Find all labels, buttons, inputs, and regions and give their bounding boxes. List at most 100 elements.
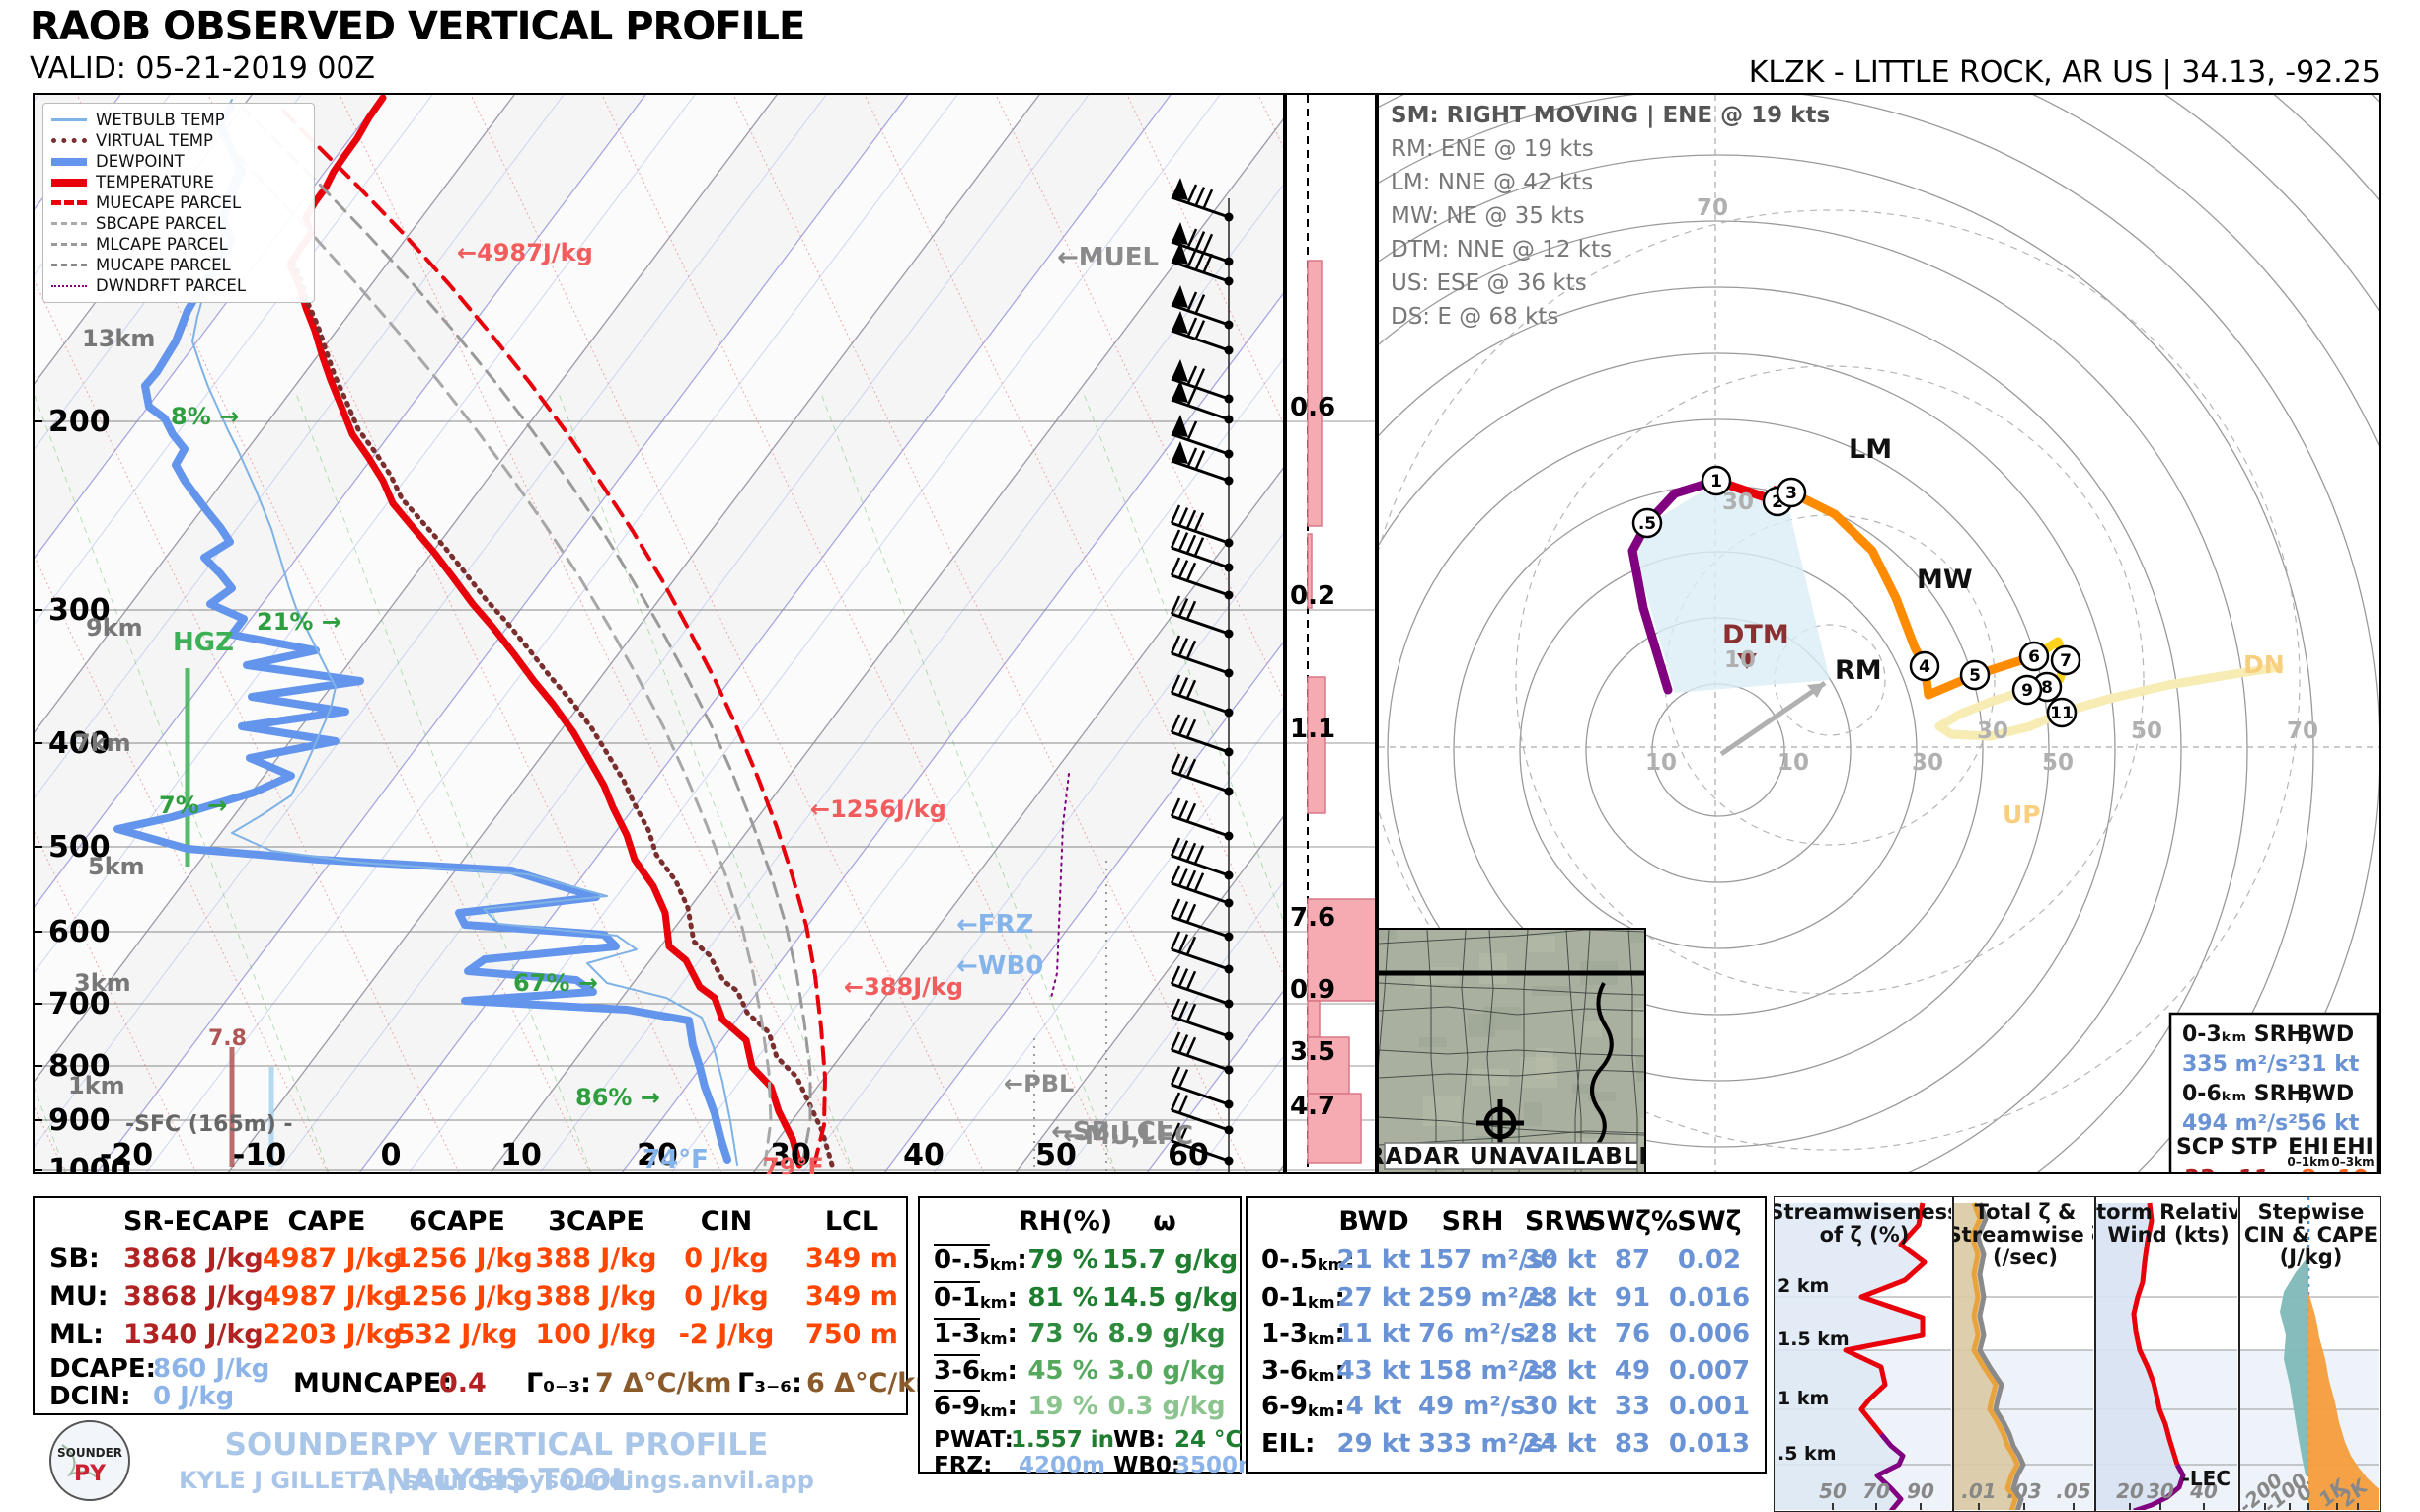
legend-item: MUCAPE PARCEL [51,255,306,275]
legend-item-label: VIRTUAL TEMP [96,131,213,150]
aux-y-tick: 2 km [1777,1275,1829,1297]
skewt-annotation: ←PBL [1004,1070,1074,1097]
rh-value: 45 % [1019,1356,1107,1386]
skewt-annotation: ←388J/kg [844,973,963,1001]
skewt-annotation: 86% → [575,1084,660,1111]
srh-box-text: 10 [2337,1166,2369,1172]
skewt-annotation: 8% → [171,403,239,430]
legend-item-label: SBCAPE PARCEL [96,214,226,233]
ring-label: 50 [2131,718,2162,744]
legend-item: TEMPERATURE [51,172,306,192]
skewt-annotation: 74°F [643,1145,709,1174]
storm-motion-line: LM: NNE @ 42 kts [1391,170,1593,195]
radar-map-inset: RADAR UNAVAILABLE [1377,928,1646,1174]
thermo-value: 3868 J/kg [123,1244,252,1274]
aux-x-tick: 20 [2116,1479,2144,1503]
svg-text:.5: .5 [1638,514,1656,534]
lapse-3-6-label: Γ₃₋₆: [737,1368,802,1399]
ring-label: 50 [2042,750,2074,776]
svg-text:8: 8 [2041,678,2053,698]
storm-motion-line: SM: RIGHT MOVING | ENE @ 19 kts [1391,103,1830,128]
thermo-value: 3868 J/kg [123,1281,252,1312]
height-km-label: 5km [88,853,145,880]
skewt-annotation: ←MU,LFC [1063,1121,1193,1151]
temp-tick-label: 10 [500,1138,542,1172]
histogram-value-label: 4.7 [1290,1092,1335,1121]
thermo-value: 1340 J/kg [123,1320,252,1350]
skewt-annotation: HGZ [173,628,234,657]
rh-value: 19 % [1019,1392,1107,1421]
aux-x-tick: .01 [1961,1479,1996,1503]
height-marker: 4 [1911,652,1938,680]
legend-item-label: MUCAPE PARCEL [96,256,231,274]
mixing-ratio-value: 3.0 g/kg [1102,1356,1231,1386]
legend-item-label: MUECAPE PARCEL [96,193,241,212]
aux-panel-chart: Storm RelativeWind (kts)203040-LEC [2096,1197,2237,1510]
thermo-value: 4987 J/kg [263,1281,391,1312]
thermo-value: 349 m [788,1244,916,1274]
aux-panel-0: Streamwisenessof ζ (%)5070902 km1.5 km1 … [1774,1196,1953,1512]
thermo-value: 2203 J/kg [263,1320,391,1350]
mixing-ratio-value: 8.9 g/kg [1102,1320,1231,1349]
pressure-tick-label: 900 [48,1103,111,1138]
moist-row-label: 1-3km: [934,1320,1018,1349]
legend-item: VIRTUAL TEMP [51,130,306,151]
sounderpy-analysis-page: { "header": { "title": "RAOB OBSERVED VE… [0,0,2420,1512]
storm-motion-line: MW: NE @ 35 kts [1391,203,1585,229]
aux-y-tick: 1 km [1777,1388,1829,1409]
storm-motion-line: DS: E @ 68 kts [1391,304,1558,330]
page-title: RAOB OBSERVED VERTICAL PROFILE [30,4,804,49]
kine-value: 0.007 [1655,1356,1764,1386]
lapse-0-3-label: Γ₀₋₃: [526,1368,591,1399]
ring-label: 10 [1724,647,1756,673]
thermo-col-header: CAPE [263,1206,391,1237]
temperature-legend-line [51,179,87,187]
svg-text:PY: PY [74,1462,107,1486]
hodograph-label-dtm: DTM [1722,620,1789,650]
aux-x-tick: 90 [1907,1479,1934,1503]
kine-value: 4 kt [1320,1392,1428,1421]
srh-box-text: 33 [2184,1166,2216,1172]
thermo-value: 532 J/kg [393,1320,521,1350]
temp-tick-label: -20 [100,1138,153,1172]
hodograph-label-lm: LM [1849,434,1892,465]
thermo-value: 1256 J/kg [393,1244,521,1274]
thermo-col-header: 6CAPE [393,1206,521,1237]
legend-item: MLCAPE PARCEL [51,234,306,255]
aux-y-tick: 1.5 km [1777,1328,1850,1350]
aux-panel-title: Storm Relative [2096,1200,2237,1224]
srh-box-text: 8 [2301,1166,2316,1172]
aux-panel-title: Wind (kts) [2107,1223,2229,1247]
aux-panel-1: Total ζ &Streamwise ζ(/sec).01.03.05 [1953,1196,2095,1512]
srh-box-text: 0-6ₖₘ SRH, [2182,1082,2312,1106]
frz-label: FRZ: [934,1453,992,1478]
ring-label: 70 [2287,718,2318,744]
lapse-0-3-value: 7 Δ°C/km [595,1368,731,1399]
thermo-value: 750 m [788,1320,916,1350]
legend-item: SBCAPE PARCEL [51,213,306,234]
storm-motion-line: DTM: NNE @ 12 kts [1391,237,1612,263]
aux-x-tick: .05 [2056,1479,2090,1503]
wb-label: WB: [1113,1427,1165,1453]
surface-label: -SFC (165m) - [125,1112,293,1137]
skewt-annotation: ←1256J/kg [810,795,946,823]
svg-text:3: 3 [1785,484,1797,503]
moist-row-label: 0-1km: [934,1283,1018,1313]
muncape-label: MUNCAPE: [293,1368,452,1399]
pressure-tick-label: 600 [48,915,111,949]
moist-row-label: 6-9km: [934,1392,1018,1421]
height-marker: 9 [2013,676,2041,704]
kine-row-label: EIL: [1261,1429,1315,1459]
skewt-annotation: ←4987J/kg [457,239,593,266]
kine-value: 29 kt [1320,1429,1428,1459]
storm-motion-line: RM: ENE @ 19 kts [1391,136,1594,162]
moisture-table: RH(%)ω0-.5km:79 %15.7 g/kg0-1km:81 %14.5… [918,1196,1242,1474]
thermodynamics-table: SR-ECAPECAPE6CAPE3CAPECINLCLSB:3868 J/kg… [33,1196,908,1415]
pwat-value: 1.557 in [1011,1427,1114,1453]
histogram-value-label: 0.9 [1290,975,1335,1005]
thermo-value: 388 J/kg [532,1244,660,1274]
mixing-ratio-value: 14.5 g/kg [1102,1283,1231,1313]
kine-value: 0.001 [1655,1392,1764,1421]
thermo-value: -2 J/kg [662,1320,791,1350]
histogram-value-label: 1.1 [1290,715,1335,744]
